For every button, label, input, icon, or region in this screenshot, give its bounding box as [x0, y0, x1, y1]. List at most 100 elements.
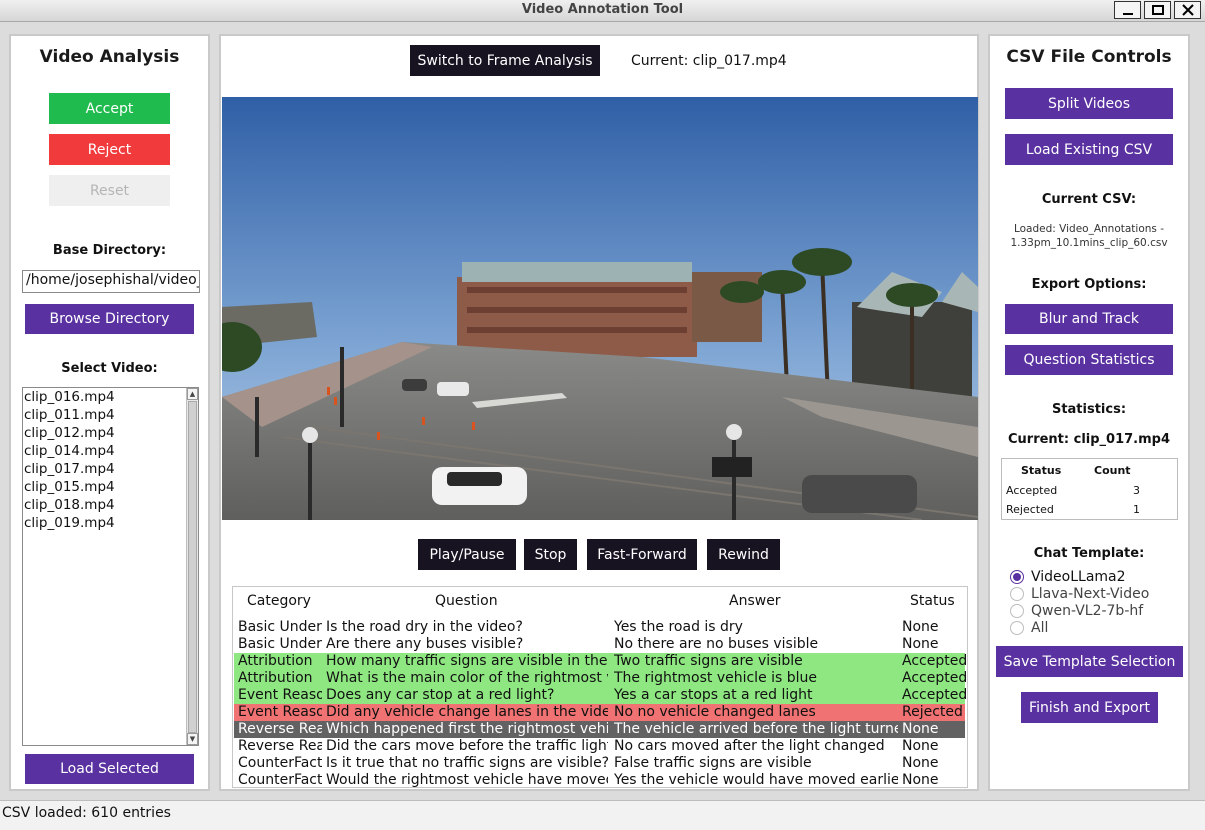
video-list-item[interactable]: clip_014.mp4 — [23, 442, 198, 460]
template-option-label: VideoLLama2 — [1031, 568, 1126, 585]
template-option[interactable]: VideoLLama2 — [1010, 568, 1126, 585]
switch-to-frame-analysis-button[interactable]: Switch to Frame Analysis — [410, 45, 600, 76]
finish-and-export-button[interactable]: Finish and Export — [1021, 692, 1158, 723]
status-cell: None — [902, 619, 939, 635]
header-status[interactable]: Status — [910, 593, 955, 609]
template-option[interactable]: Qwen-VL2-7b-hf — [1010, 602, 1143, 619]
radio-button-icon[interactable] — [1010, 586, 1024, 601]
video-frame-image — [222, 97, 978, 520]
status-cell: Accepted — [902, 670, 968, 686]
statistics-table: Status Count Accepted 3 Rejected 1 — [1001, 458, 1178, 520]
header-question[interactable]: Question — [435, 593, 498, 609]
minimize-button[interactable] — [1114, 1, 1141, 19]
video-list-item[interactable]: clip_019.mp4 — [23, 514, 198, 532]
current-csv-line: Loaded: Video_Annotations - — [1013, 223, 1165, 235]
stats-header-status: Status — [1021, 464, 1062, 477]
status-cell: None — [902, 772, 939, 788]
video-list-item[interactable]: clip_018.mp4 — [23, 496, 198, 514]
video-list-item[interactable]: clip_016.mp4 — [23, 388, 198, 406]
table-row[interactable]: Reverse Rea Did the cars move before the … — [234, 738, 965, 755]
template-option-label: All — [1031, 619, 1049, 636]
status-cell: None — [902, 636, 939, 652]
minimize-icon — [1122, 13, 1133, 15]
load-selected-button[interactable]: Load Selected — [25, 754, 194, 784]
reset-button[interactable]: Reset — [49, 175, 170, 206]
scroll-thumb[interactable] — [188, 401, 197, 733]
status-cell: None — [902, 738, 939, 754]
table-row[interactable]: Basic Under Is the road dry in the video?… — [234, 619, 965, 636]
save-template-selection-button[interactable]: Save Template Selection — [996, 646, 1183, 677]
table-row[interactable]: Basic Under Are there any buses visible? N… — [234, 636, 965, 653]
stats-header-count: Count — [1094, 464, 1131, 477]
close-button[interactable] — [1174, 1, 1201, 19]
csv-controls-panel: CSV File Controls Split Videos Load Exis… — [988, 34, 1190, 791]
answer-cell: No there are no buses visible — [614, 636, 819, 652]
table-row[interactable]: Event Reaso Did any vehicle change lanes … — [234, 704, 965, 721]
current-video-label: Current: clip_017.mp4 — [631, 53, 787, 69]
table-row[interactable]: CounterFact Would the rightmost vehicle h… — [234, 772, 965, 788]
template-option[interactable]: Llava-Next-Video — [1010, 585, 1149, 602]
question-cell: Did any vehicle change lanes in the vide… — [326, 704, 608, 720]
rewind-button[interactable]: Rewind — [707, 539, 780, 570]
category-cell: Event Reaso — [238, 704, 322, 720]
fast-forward-button[interactable]: Fast-Forward — [587, 539, 697, 570]
scroll-down-icon[interactable]: ▼ — [187, 733, 198, 745]
video-list-item[interactable]: clip_012.mp4 — [23, 424, 198, 442]
question-statistics-button[interactable]: Question Statistics — [1005, 345, 1173, 375]
load-existing-csv-button[interactable]: Load Existing CSV — [1005, 134, 1173, 165]
video-list[interactable]: clip_016.mp4 clip_011.mp4 clip_012.mp4 clip… — [22, 387, 199, 746]
table-row[interactable]: Reverse Rea Which happened first the righ… — [234, 721, 965, 738]
accept-button[interactable]: Accept — [49, 93, 170, 124]
current-csv-info: Loaded: Video_Annotations - 1.33pm_10.1m… — [994, 222, 1184, 250]
category-cell: Attribution — [238, 670, 313, 686]
header-category[interactable]: Category — [247, 593, 311, 609]
split-videos-button[interactable]: Split Videos — [1005, 88, 1173, 119]
video-list-item[interactable]: clip_017.mp4 — [23, 460, 198, 478]
radio-button-icon[interactable] — [1010, 603, 1024, 618]
answer-cell: No cars moved after the light changed — [614, 738, 885, 754]
play-pause-button[interactable]: Play/Pause — [418, 539, 516, 570]
template-option-label: Llava-Next-Video — [1031, 585, 1150, 602]
stats-count-cell: 3 — [1133, 484, 1140, 497]
template-option[interactable]: All — [1010, 619, 1048, 636]
radio-button-icon[interactable] — [1010, 569, 1024, 584]
current-csv-label: Current CSV: — [1041, 192, 1137, 207]
category-cell: CounterFact — [238, 772, 322, 788]
base-directory-input[interactable]: /home/josephishal/video_i — [22, 270, 200, 293]
scroll-up-icon[interactable]: ▲ — [187, 388, 198, 400]
question-cell: Did the cars move before the traffic lig… — [326, 738, 608, 754]
question-cell: Which happened first the rightmost vehic… — [326, 721, 608, 737]
table-row[interactable]: CounterFact Is it true that no traffic si… — [234, 755, 965, 772]
video-list-item[interactable]: clip_011.mp4 — [23, 406, 198, 424]
current-csv-line: 1.33pm_10.1mins_clip_60.csv — [1010, 237, 1168, 249]
questions-table[interactable]: Category Question Answer Status Basic Un… — [232, 586, 968, 788]
video-list-item[interactable]: clip_015.mp4 — [23, 478, 198, 496]
question-cell: Is the road dry in the video? — [326, 619, 523, 635]
video-list-scrollbar[interactable]: ▲ ▼ — [186, 388, 198, 745]
stop-button[interactable]: Stop — [524, 539, 577, 570]
question-cell: What is the main color of the rightmost … — [326, 670, 608, 686]
title-bar: Video Annotation Tool — [0, 0, 1205, 22]
table-row[interactable]: Attribution How many traffic signs are vi… — [234, 653, 967, 670]
question-cell: Does any car stop at a red light? — [326, 687, 555, 703]
maximize-button[interactable] — [1144, 1, 1171, 19]
stats-count-cell: 1 — [1133, 503, 1140, 516]
video-frame[interactable] — [222, 97, 978, 520]
stats-status-cell: Rejected — [1006, 503, 1054, 516]
stats-status-cell: Accepted — [1006, 484, 1058, 497]
radio-button-icon[interactable] — [1010, 620, 1024, 635]
answer-cell: False traffic signs are visible — [614, 755, 812, 771]
maximize-icon — [1151, 5, 1164, 15]
category-cell: Event Reaso — [238, 687, 322, 703]
status-cell: Rejected — [902, 704, 963, 720]
category-cell: Attribution — [238, 653, 313, 669]
export-options-label: Export Options: — [1031, 277, 1147, 292]
reject-button[interactable]: Reject — [49, 134, 170, 165]
blur-and-track-button[interactable]: Blur and Track — [1005, 304, 1173, 334]
table-row[interactable]: Event Reaso Does any car stop at a red li… — [234, 687, 967, 704]
table-row[interactable]: Attribution What is the main color of the… — [234, 670, 968, 687]
header-answer[interactable]: Answer — [729, 593, 781, 609]
browse-directory-button[interactable]: Browse Directory — [25, 304, 194, 334]
panel-title: Video Analysis — [39, 47, 180, 67]
status-bar: CSV loaded: 610 entries — [0, 800, 1205, 830]
